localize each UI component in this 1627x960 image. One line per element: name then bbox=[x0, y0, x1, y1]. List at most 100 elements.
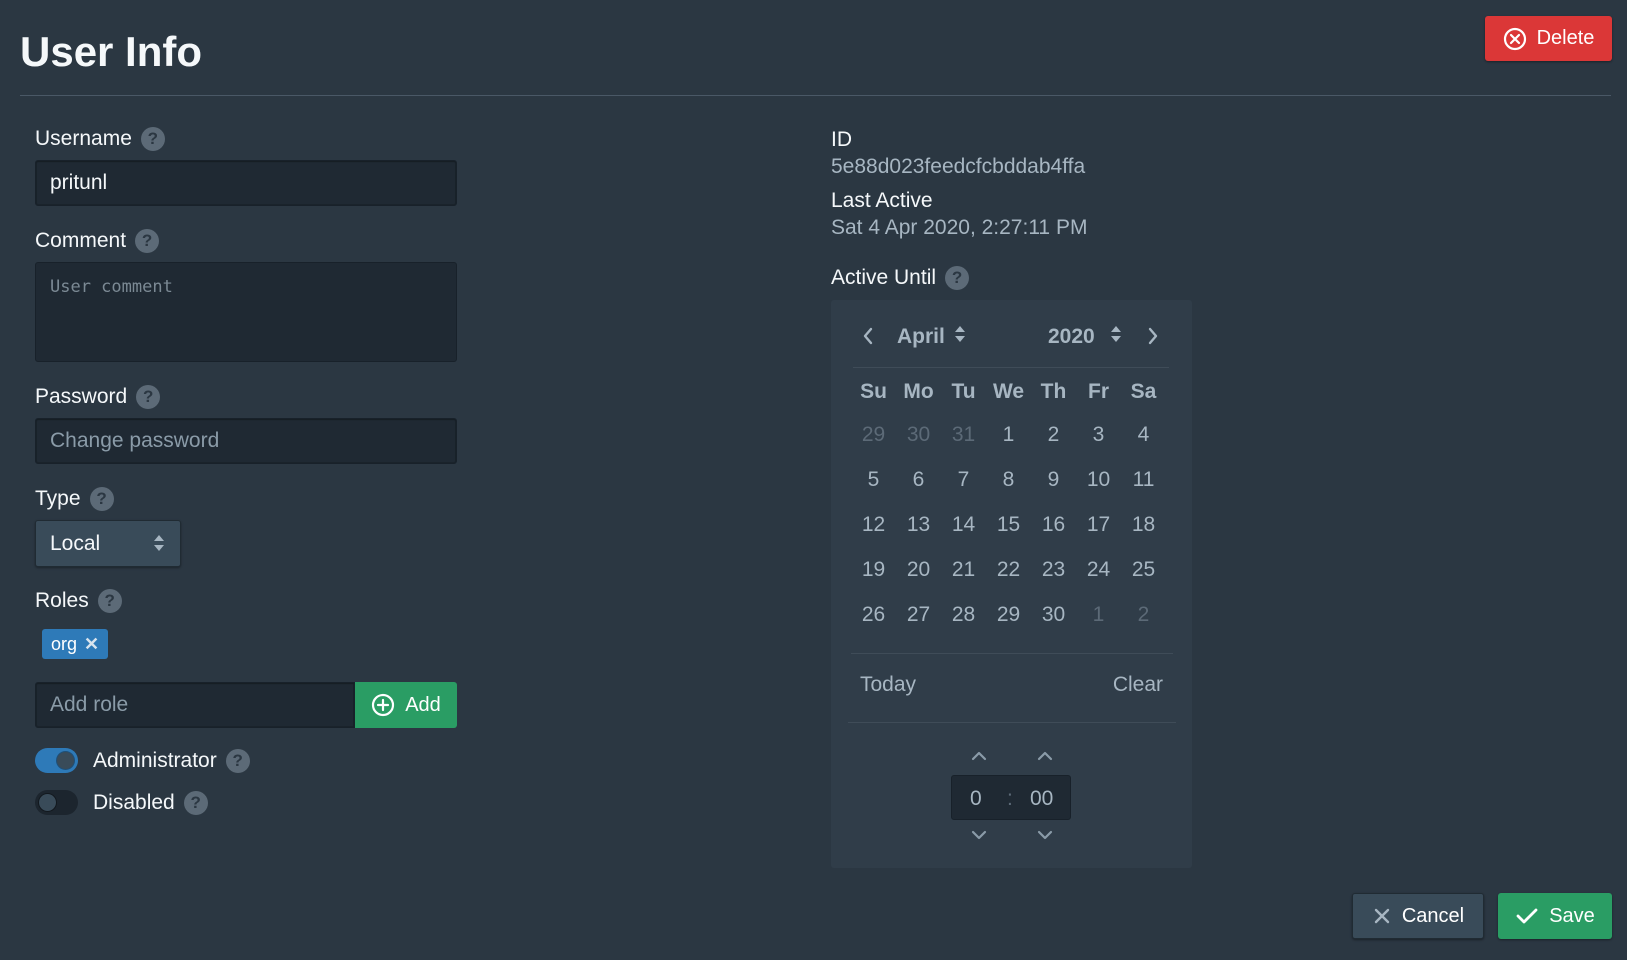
calendar-day[interactable]: 25 bbox=[1121, 555, 1166, 585]
month-select[interactable]: April bbox=[897, 324, 967, 350]
type-select[interactable]: Local bbox=[35, 520, 181, 567]
last-active-label: Last Active bbox=[831, 189, 933, 212]
chevron-right-icon[interactable] bbox=[1146, 326, 1160, 351]
weekday-header: Tu bbox=[951, 380, 976, 403]
date-picker: April 2020 Su Mo Tu We Th Fr Sa 29 30 31 1 2 3 4 5 6 7 8 9… bbox=[831, 300, 1192, 868]
calendar-day[interactable]: 10 bbox=[1076, 465, 1121, 495]
year-value: 2020 bbox=[1048, 325, 1095, 348]
last-active-value: Sat 4 Apr 2020, 2:27:11 PM bbox=[831, 216, 1088, 239]
help-icon[interactable]: ? bbox=[225, 748, 250, 773]
select-caret-icon bbox=[152, 533, 166, 559]
minute-down-icon[interactable] bbox=[1036, 828, 1054, 846]
month-value: April bbox=[897, 325, 945, 348]
calendar-day[interactable]: 30 bbox=[1031, 600, 1076, 630]
delete-button[interactable]: Delete bbox=[1485, 16, 1612, 61]
calendar-day[interactable]: 9 bbox=[1031, 465, 1076, 495]
help-icon[interactable]: ? bbox=[136, 385, 161, 409]
calendar-day[interactable]: 2 bbox=[1121, 600, 1166, 630]
today-button[interactable]: Today bbox=[860, 673, 916, 697]
comment-textarea[interactable]: User comment bbox=[35, 262, 457, 362]
calendar-day[interactable]: 24 bbox=[1076, 555, 1121, 585]
calendar-divider bbox=[848, 722, 1176, 723]
year-select[interactable]: 2020 bbox=[1048, 324, 1123, 350]
help-icon[interactable]: ? bbox=[183, 790, 208, 815]
weekday-header: Su bbox=[860, 380, 887, 403]
calendar-day[interactable]: 12 bbox=[851, 510, 896, 540]
calendar-day[interactable]: 31 bbox=[941, 420, 986, 450]
remove-tag-icon[interactable]: ✕ bbox=[84, 634, 99, 655]
calendar-day[interactable]: 30 bbox=[896, 420, 941, 450]
x-icon bbox=[1372, 906, 1392, 926]
calendar-day[interactable]: 22 bbox=[986, 555, 1031, 585]
calendar-day[interactable]: 26 bbox=[851, 600, 896, 630]
weekday-header: We bbox=[992, 380, 1025, 403]
calendar-day[interactable]: 1 bbox=[986, 420, 1031, 450]
calendar-day[interactable]: 8 bbox=[986, 465, 1031, 495]
calendar-day[interactable]: 28 bbox=[941, 600, 986, 630]
add-role-button[interactable]: Add bbox=[355, 682, 457, 728]
calendar-day[interactable]: 20 bbox=[896, 555, 941, 585]
username-input[interactable]: pritunl bbox=[35, 160, 457, 206]
calendar-day[interactable]: 2 bbox=[1031, 420, 1076, 450]
id-value: 5e88d023feedcfcbddab4ffa bbox=[831, 155, 1086, 178]
user-info-dialog: User Info Delete Username ? pritunl Comm… bbox=[0, 0, 1627, 960]
chevron-left-icon[interactable] bbox=[861, 326, 875, 351]
save-button[interactable]: Save bbox=[1498, 893, 1612, 939]
administrator-row: Administrator ? bbox=[35, 748, 250, 773]
weekday-header: Fr bbox=[1088, 380, 1109, 403]
roles-label-text: Roles bbox=[35, 589, 89, 612]
select-caret-icon bbox=[1109, 324, 1123, 350]
calendar-day[interactable]: 19 bbox=[851, 555, 896, 585]
calendar-day[interactable]: 17 bbox=[1076, 510, 1121, 540]
help-icon[interactable]: ? bbox=[97, 589, 122, 613]
calendar-day[interactable]: 16 bbox=[1031, 510, 1076, 540]
help-icon[interactable]: ? bbox=[135, 229, 160, 253]
calendar-day[interactable]: 5 bbox=[851, 465, 896, 495]
calendar-day[interactable]: 18 bbox=[1121, 510, 1166, 540]
calendar-day[interactable]: 29 bbox=[986, 600, 1031, 630]
time-input: 0 : 00 bbox=[951, 775, 1071, 820]
calendar-day[interactable]: 14 bbox=[941, 510, 986, 540]
calendar-day[interactable]: 27 bbox=[896, 600, 941, 630]
hour-up-icon[interactable] bbox=[970, 749, 988, 767]
calendar-day[interactable]: 6 bbox=[896, 465, 941, 495]
calendar-day[interactable]: 7 bbox=[941, 465, 986, 495]
id-label: ID bbox=[831, 128, 852, 151]
role-tag-label: org bbox=[51, 633, 78, 654]
page-title: User Info bbox=[20, 28, 203, 75]
calendar-day[interactable]: 13 bbox=[896, 510, 941, 540]
check-icon bbox=[1515, 906, 1539, 926]
disabled-label: Disabled bbox=[93, 790, 175, 814]
roles-label: Roles ? bbox=[35, 589, 122, 613]
calendar-day[interactable]: 3 bbox=[1076, 420, 1121, 450]
minute-input[interactable]: 00 bbox=[1030, 787, 1053, 811]
password-input[interactable]: Change password bbox=[35, 418, 457, 464]
calendar-nav: April 2020 bbox=[831, 318, 1192, 358]
weekday-header: Mo bbox=[903, 380, 934, 403]
calendar-day[interactable]: 23 bbox=[1031, 555, 1076, 585]
add-role-input[interactable]: Add role bbox=[35, 682, 355, 728]
administrator-switch[interactable] bbox=[35, 748, 78, 773]
username-label: Username ? bbox=[35, 127, 165, 151]
hour-input[interactable]: 0 bbox=[970, 787, 982, 811]
clear-button[interactable]: Clear bbox=[1113, 673, 1163, 697]
calendar-day[interactable]: 29 bbox=[851, 420, 896, 450]
cancel-button[interactable]: Cancel bbox=[1352, 893, 1484, 939]
disabled-switch[interactable] bbox=[35, 790, 78, 815]
calendar-day[interactable]: 4 bbox=[1121, 420, 1166, 450]
calendar-day[interactable]: 21 bbox=[941, 555, 986, 585]
hour-down-icon[interactable] bbox=[970, 828, 988, 846]
help-icon[interactable]: ? bbox=[945, 266, 970, 290]
comment-label: Comment ? bbox=[35, 229, 160, 253]
calendar-day[interactable]: 11 bbox=[1121, 465, 1166, 495]
weekday-header: Sa bbox=[1130, 380, 1157, 403]
calendar-day[interactable]: 1 bbox=[1076, 600, 1121, 630]
help-icon[interactable]: ? bbox=[89, 487, 114, 511]
help-icon[interactable]: ? bbox=[140, 127, 165, 151]
minute-up-icon[interactable] bbox=[1036, 749, 1054, 767]
comment-label-text: Comment bbox=[35, 229, 127, 252]
time-separator: : bbox=[1007, 787, 1013, 810]
type-select-value: Local bbox=[50, 531, 101, 555]
calendar-day[interactable]: 15 bbox=[986, 510, 1031, 540]
cancel-label: Cancel bbox=[1401, 904, 1465, 927]
